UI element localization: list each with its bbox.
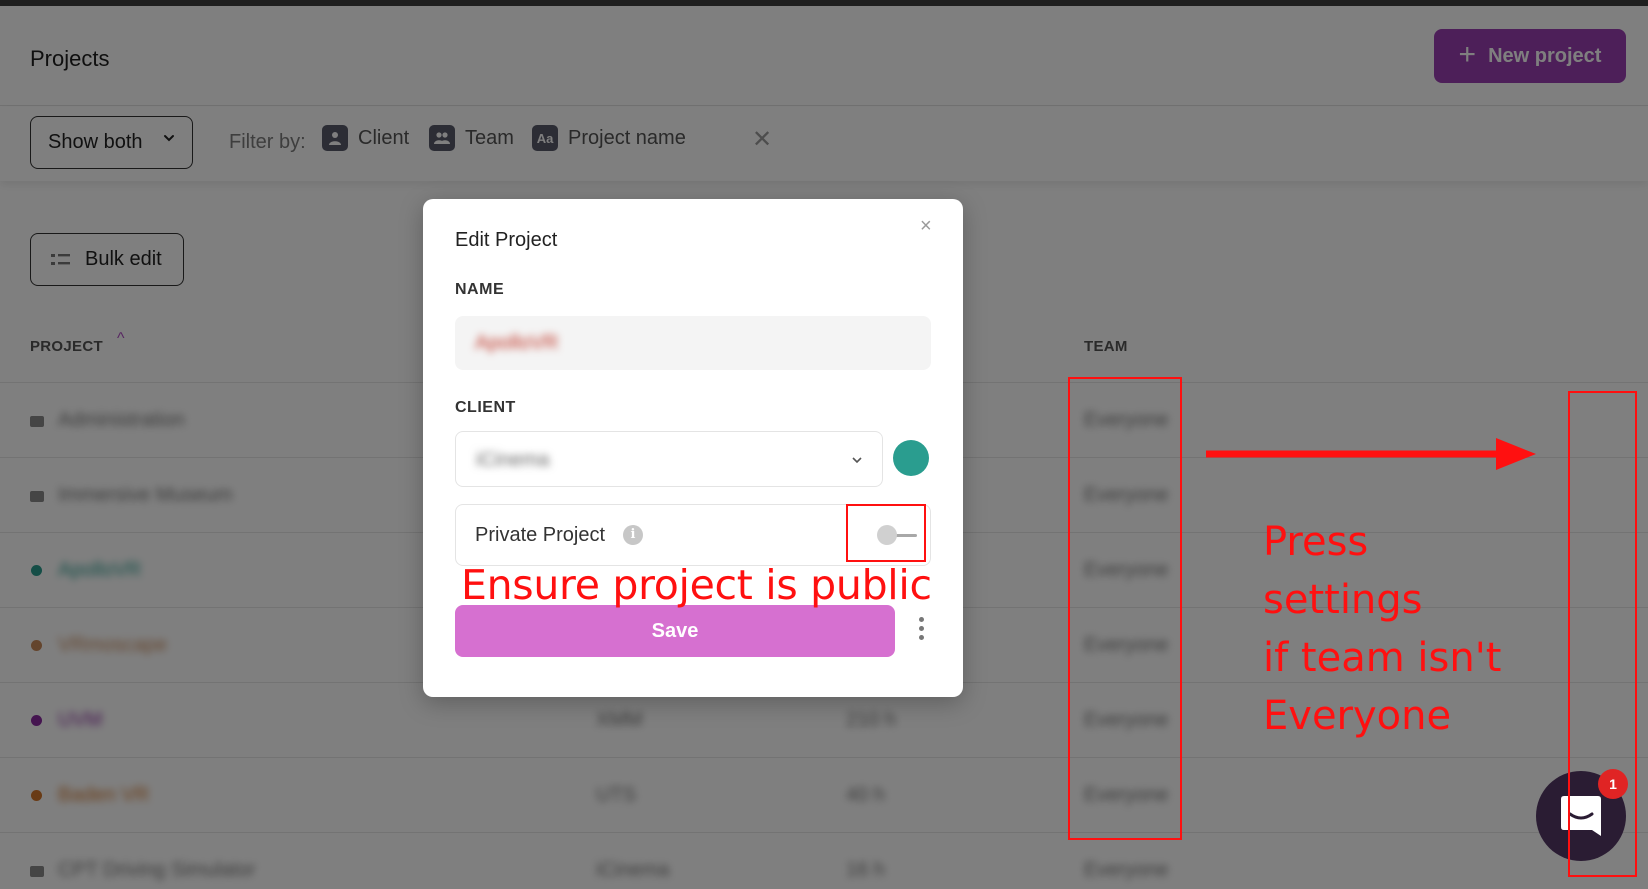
- client-value: iCinema: [476, 449, 550, 471]
- more-options-icon[interactable]: [919, 617, 924, 640]
- info-icon[interactable]: i: [623, 525, 643, 545]
- private-project-label: Private Project: [475, 524, 606, 546]
- annotation-line: Press: [1263, 519, 1369, 565]
- annotation-public-note: Ensure project is public: [461, 561, 932, 609]
- project-name-input[interactable]: ApolloVR: [455, 316, 931, 370]
- chevron-down-icon: [852, 457, 862, 464]
- project-name-value: ApolloVR: [475, 332, 559, 354]
- annotation-line: settings: [1263, 577, 1423, 623]
- annotation-settings-note: Press settings if team isn't Everyone: [1263, 513, 1501, 745]
- close-icon[interactable]: ×: [920, 215, 932, 238]
- client-color-swatch[interactable]: [893, 440, 929, 476]
- annotation-line: if team isn't: [1263, 635, 1502, 681]
- annotation-toggle-box: [846, 504, 926, 562]
- save-button[interactable]: Save: [455, 605, 895, 657]
- annotation-arrow-icon: [1206, 438, 1536, 470]
- modal-title: Edit Project: [455, 229, 558, 251]
- name-field-label: NAME: [455, 281, 505, 298]
- annotation-team-column-box: [1068, 377, 1182, 840]
- client-select[interactable]: iCinema: [455, 431, 883, 487]
- client-field-label: CLIENT: [455, 399, 516, 416]
- edit-project-modal: Edit Project × NAME ApolloVR CLIENT iCin…: [423, 199, 963, 697]
- annotation-settings-column-box: [1568, 391, 1637, 877]
- annotation-line: Everyone: [1263, 693, 1452, 739]
